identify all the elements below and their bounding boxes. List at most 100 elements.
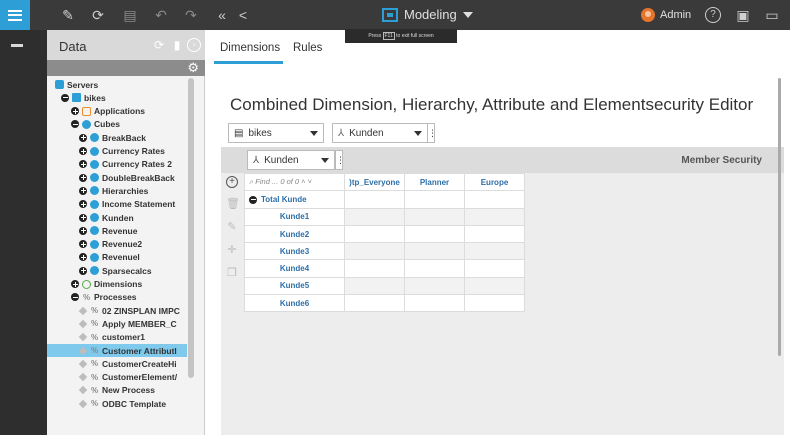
tree-item[interactable]: bikes [61,91,106,104]
member-cell[interactable]: Kunde1 [244,207,345,226]
collapse-panel-icon[interactable] [11,44,23,47]
copy-icon[interactable]: ❐ [226,267,238,279]
security-cell[interactable] [404,207,465,226]
collapse-icon[interactable] [249,195,257,204]
mode-selector[interactable]: Modeling [382,7,473,22]
security-cell[interactable] [464,224,525,244]
refresh-icon[interactable]: ⟳ [152,38,166,52]
member-cell[interactable]: Total Kunde [244,190,345,209]
undo-icon[interactable]: ↶ [153,7,169,23]
expand-icon[interactable] [79,186,87,195]
tree-item[interactable]: Currency Rates 2 [79,158,172,171]
share-icon[interactable]: < [235,7,251,23]
collapse-icon[interactable] [71,120,79,129]
security-cell[interactable] [404,259,465,278]
tree-item[interactable]: % customer1 [78,331,145,344]
expand-icon[interactable] [71,280,79,288]
member-cell[interactable]: Kunde6 [244,294,345,313]
redo-icon[interactable]: ↷ [183,7,199,23]
find-cell[interactable]: ⌕ Find ... 0 of 0 ˄ ˅ [244,172,345,192]
hierarchy-options-button[interactable]: ⋮ [335,150,345,170]
security-cell[interactable] [404,276,465,296]
tree-item[interactable]: % New Process [78,384,155,397]
tree-item[interactable]: Revenue [79,224,137,237]
chat-icon[interactable]: ▭ [764,7,780,23]
security-cell[interactable] [464,294,525,313]
dimension-select[interactable]: ⅄ Kunden [332,123,428,143]
add-circle-icon[interactable]: + [226,176,238,188]
main-menu-button[interactable] [0,0,30,30]
tree-item[interactable]: % 02 ZINSPLAN IMPC [78,304,180,317]
tree-item[interactable]: Sparsecalcs [79,264,152,277]
tree-item[interactable]: % CustomerElement/ [78,371,177,384]
collapse-icon[interactable] [61,93,69,102]
tab-rules[interactable]: Rules [293,42,322,54]
tree-item[interactable]: Currency Rates [79,145,165,158]
security-cell[interactable] [464,242,525,261]
expand-icon[interactable] [79,147,87,155]
expand-icon[interactable] [79,240,87,249]
bookmark-icon[interactable]: ▮ [170,38,184,52]
tab-dimensions[interactable]: Dimensions [220,42,280,54]
security-cell[interactable] [344,224,405,244]
tree-scrollbar[interactable] [188,78,194,378]
tree-item[interactable]: BreakBack [79,131,146,144]
expand-icon[interactable] [79,253,87,262]
column-header[interactable]: )tp_Everyone [344,172,405,192]
tree-item[interactable]: Applications [71,105,145,118]
expand-icon[interactable] [79,213,87,222]
tree-item[interactable]: Income Statement [79,198,175,211]
expand-icon[interactable] [79,200,87,209]
tree-item[interactable]: % ODBC Template [78,397,166,410]
security-cell[interactable] [344,259,405,278]
tree-item[interactable]: Dimensions [71,278,142,291]
collapse-icon[interactable] [71,293,79,302]
hierarchy-select[interactable]: ⅄ Kunden [247,150,335,170]
security-cell[interactable] [344,242,405,261]
save-icon[interactable]: ▤ [122,7,138,23]
security-cell[interactable] [464,259,525,278]
find-input[interactable]: ⌕ Find ... 0 of 0 ˄ ˅ [249,177,312,186]
tree-item[interactable]: Cubes [71,118,120,131]
tag-icon[interactable]: ✎ [226,221,238,233]
security-cell[interactable] [344,190,405,209]
expand-icon[interactable] [79,160,87,169]
security-cell[interactable] [404,224,465,244]
tree-item[interactable]: % Apply MEMBER_C [78,317,177,330]
expand-icon[interactable] [71,107,79,116]
tree-item[interactable]: Servers [55,78,98,91]
expand-icon[interactable] [79,173,87,182]
member-cell[interactable]: Kunde4 [244,259,345,278]
trash-icon[interactable]: 🗑 [226,198,240,210]
security-cell[interactable] [404,242,465,261]
tree-item[interactable]: % CustomerCreateHi [78,357,177,370]
tree-item[interactable]: DoubleBreakBack [79,171,175,184]
refresh-icon[interactable]: ⟳ [90,7,106,23]
security-cell[interactable] [464,190,525,209]
tree-item[interactable]: % Customer Attributl [47,344,187,357]
security-cell[interactable] [464,276,525,296]
security-cell[interactable] [344,276,405,296]
security-cell[interactable] [344,294,405,313]
column-header[interactable]: Europe [464,172,525,192]
expand-icon[interactable] [79,226,87,235]
server-select[interactable]: ▤ bikes [228,123,324,143]
pencil-icon[interactable]: ✎ [60,7,76,23]
tree-item[interactable]: Kunden [79,211,134,224]
member-cell[interactable]: Kunde2 [244,224,345,244]
gear-icon[interactable]: ⚙ [187,61,199,75]
dimension-options-button[interactable]: ⋮ [427,123,437,143]
tree-item[interactable]: Revenue2 [79,238,142,251]
security-cell[interactable] [344,207,405,226]
tree-item[interactable]: Hierarchies [79,184,148,197]
main-scrollbar[interactable] [778,78,781,356]
security-cell[interactable] [404,294,465,313]
tree-item[interactable]: % Processes [71,291,137,304]
member-cell[interactable]: Kunde5 [244,276,345,296]
move-icon[interactable]: ✛ [226,244,238,256]
window-icon[interactable]: ▣ [735,7,751,23]
collapse-all-icon[interactable]: › [187,38,201,52]
expand-icon[interactable] [79,133,87,142]
security-cell[interactable] [464,207,525,226]
double-left-icon[interactable]: « [214,7,230,23]
